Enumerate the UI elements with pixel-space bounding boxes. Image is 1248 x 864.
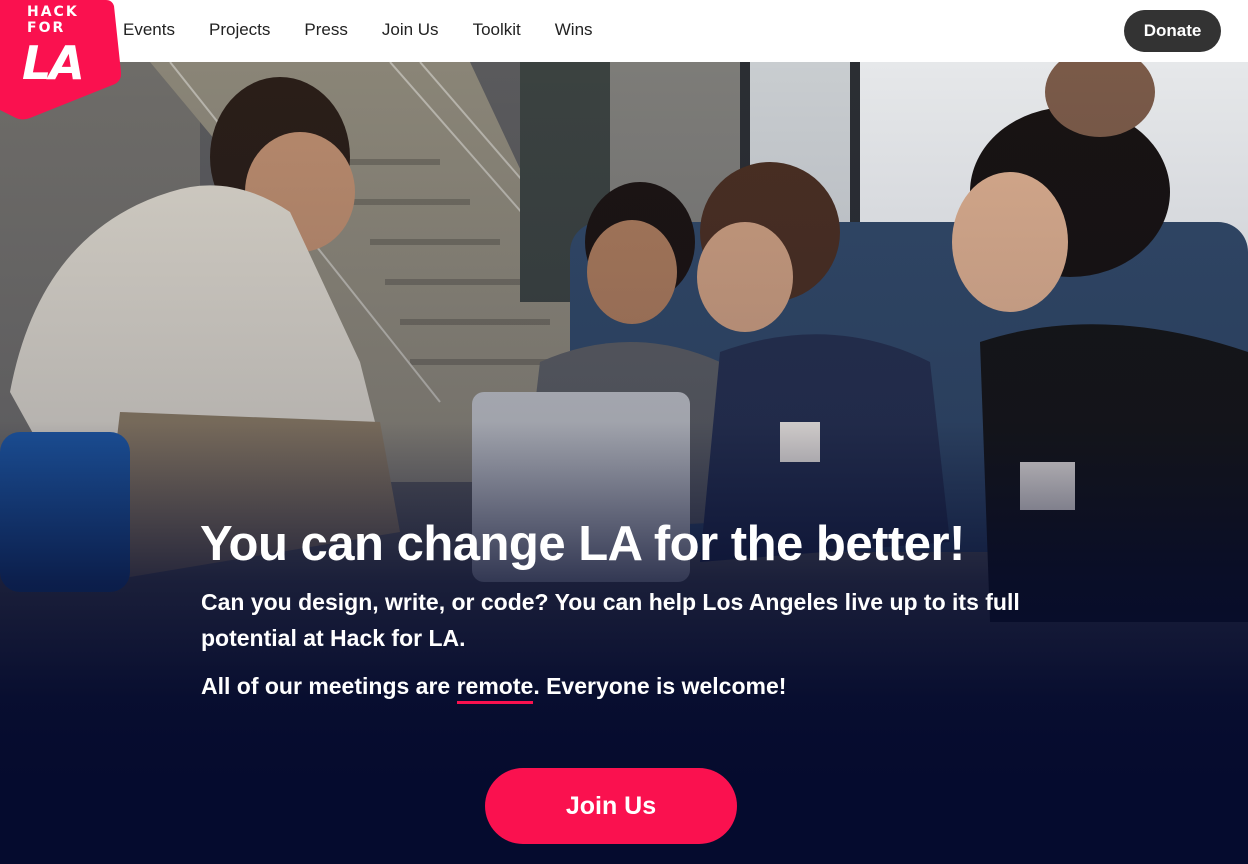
meetings-suffix: . Everyone is welcome! <box>533 673 787 699</box>
hero-dark-gradient <box>0 62 1248 864</box>
meetings-prefix: All of our meetings are <box>201 673 457 699</box>
donate-button[interactable]: Donate <box>1124 10 1221 52</box>
hero-meetings-text: All of our meetings are remote. Everyone… <box>201 668 786 704</box>
logo-text-la: LA <box>22 36 85 90</box>
join-us-cta-button[interactable]: Join Us <box>485 768 737 844</box>
nav-item-events[interactable]: Events <box>123 19 175 41</box>
nav-item-press[interactable]: Press <box>304 19 347 41</box>
nav-item-projects[interactable]: Projects <box>209 19 270 41</box>
hack-for-la-logo[interactable]: HACK FOR LA <box>0 0 121 120</box>
hero-section <box>0 62 1248 864</box>
hero-headline: You can change LA for the better! <box>200 517 965 571</box>
nav-item-wins[interactable]: Wins <box>555 19 593 41</box>
remote-highlight: remote <box>456 673 534 704</box>
logo-text-hack: HACK <box>27 4 79 20</box>
main-nav: Events Projects Press Join Us Toolkit Wi… <box>123 19 627 41</box>
logo-text-for: FOR <box>27 20 66 36</box>
nav-item-join-us[interactable]: Join Us <box>382 19 439 41</box>
hero-description: Can you design, write, or code? You can … <box>201 589 1020 651</box>
nav-item-toolkit[interactable]: Toolkit <box>473 19 521 41</box>
